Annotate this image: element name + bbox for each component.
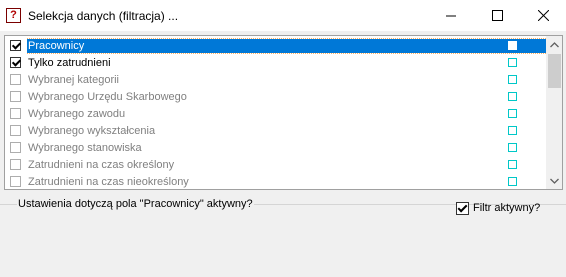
list-item-label: Tylko zatrudnieni [28,57,111,69]
maximize-button[interactable] [474,0,520,31]
settings-group: Ustawienia dotyczą pola "Pracownicy" akt… [0,198,566,277]
chevron-up-icon [550,41,559,47]
list-item-label: Wybranego stanowiska [28,142,142,154]
app-icon[interactable]: ? [6,8,21,23]
list-item-label: Pracownicy [27,39,546,53]
list-item-marker [508,143,517,152]
list-item-marker [508,160,517,169]
list-item[interactable]: Zatrudnieni na czas nieokreślony [6,173,549,189]
list-item-marker [508,109,517,118]
list-item[interactable]: Tylko zatrudnieni [6,54,549,71]
minimize-button[interactable] [428,0,474,31]
filter-active-label[interactable]: Filtr aktywny? [473,202,540,214]
list-item-checkbox[interactable] [10,159,21,170]
scroll-down-button[interactable] [546,172,562,189]
title-bar: ? Selekcja danych (filtracja) ... [0,0,566,31]
list-item-checkbox[interactable] [10,125,21,136]
list-item[interactable]: Wybranego wykształcenia [6,122,549,139]
settings-group-label: Ustawienia dotyczą pola "Pracownicy" akt… [17,198,254,210]
window-title: Selekcja danych (filtracja) ... [28,9,179,23]
chevron-down-icon [550,178,559,184]
scroll-up-button[interactable] [546,36,562,53]
list-item[interactable]: Wybranego Urzędu Skarbowego [6,88,549,105]
list-item-marker [508,58,517,67]
list-item-label: Wybranej kategorii [28,74,119,86]
list-item-checkbox[interactable] [10,74,21,85]
scrollbar-thumb[interactable] [548,54,561,88]
list-item[interactable]: Wybranego stanowiska [6,139,549,156]
list-item-label: Wybranego zawodu [28,108,126,120]
list-item-marker [508,177,517,186]
list-item[interactable]: Wybranej kategorii [6,71,549,88]
minimize-icon [446,15,456,16]
filter-active-checkbox[interactable] [456,202,469,215]
list-item[interactable]: Wybranego zawodu [6,105,549,122]
list-item-checkbox[interactable] [10,142,21,153]
list-item-checkbox[interactable] [10,108,21,119]
filter-list[interactable]: Pracownicy Tylko zatrudnieni Wybranej kate… [4,35,563,190]
maximize-icon [491,10,503,21]
close-icon [537,10,549,21]
vertical-scrollbar[interactable] [546,36,562,189]
list-item-marker [508,41,517,50]
list-item-checkbox[interactable] [10,91,21,102]
list-item-checkbox[interactable] [10,176,21,187]
list-item-label: Zatrudnieni na czas określony [28,159,175,171]
list-item[interactable]: Zatrudnieni na czas określony [6,156,549,173]
list-item-marker [508,75,517,84]
list-item-label: Zatrudnieni na czas nieokreślony [28,176,189,188]
list-item-marker [508,126,517,135]
list-item-label: Wybranego wykształcenia [28,125,156,137]
list-item-checkbox[interactable] [10,57,21,68]
list-item[interactable]: Pracownicy [6,37,549,54]
list-item-label: Wybranego Urzędu Skarbowego [28,91,187,103]
list-item-checkbox[interactable] [10,40,21,51]
list-item-marker [508,92,517,101]
close-button[interactable] [520,0,566,31]
